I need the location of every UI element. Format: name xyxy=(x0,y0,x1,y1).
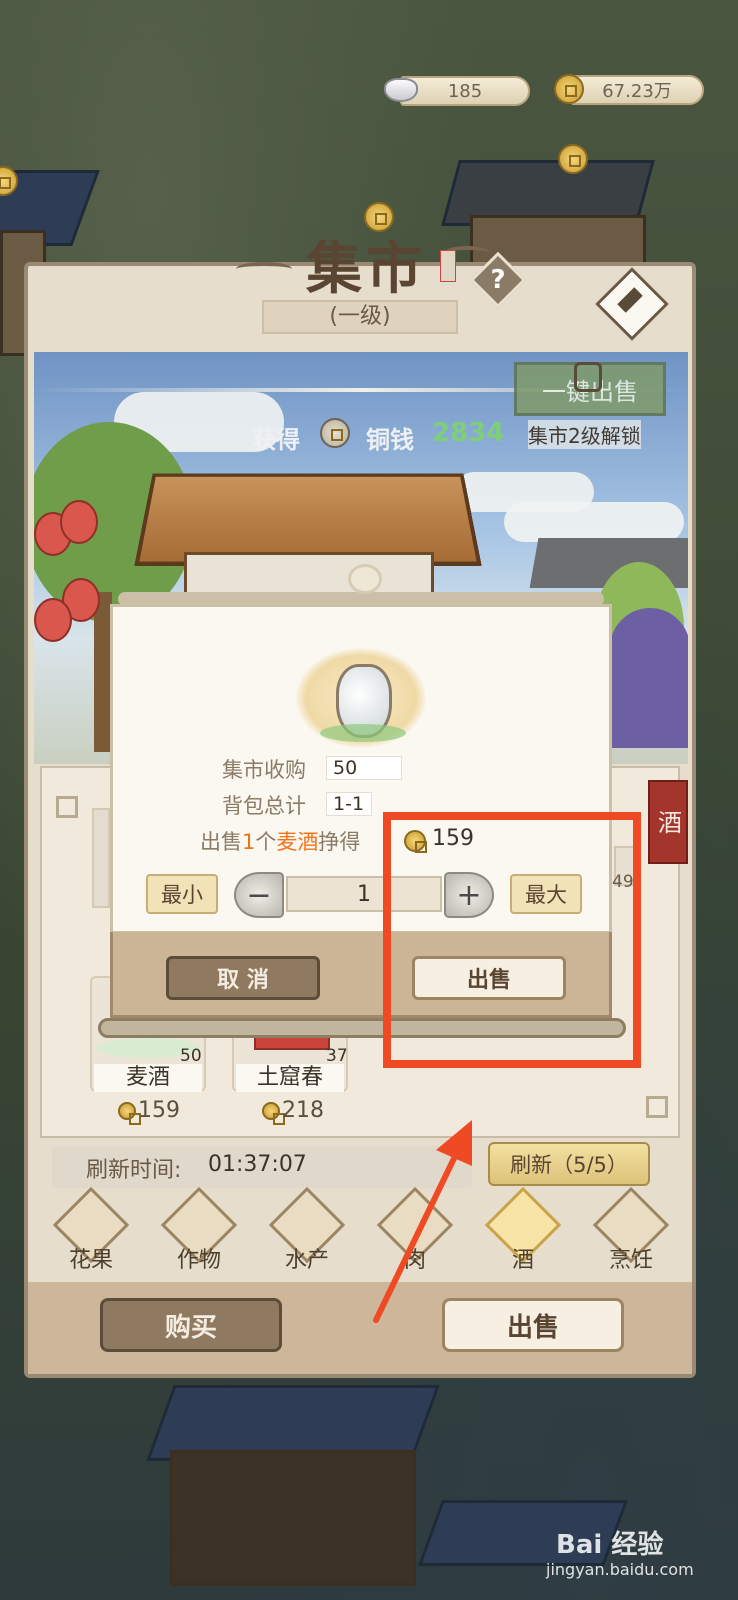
coin-label: 铜钱 xyxy=(366,426,414,454)
sell-prefix: 出售 xyxy=(200,830,242,854)
item-name: 麦酒 xyxy=(94,1064,202,1092)
item-icon xyxy=(254,1036,330,1050)
wine-category-tag: 酒 xyxy=(648,780,688,864)
market-level: (一级) xyxy=(262,300,458,334)
red-lantern xyxy=(60,500,98,544)
sell-earn: 挣得 xyxy=(318,830,361,854)
sell-item: 麦酒 xyxy=(276,830,319,854)
item-name: 土窟春 xyxy=(236,1064,344,1092)
partial-item-card[interactable] xyxy=(92,808,110,908)
bag-label: 背包总计 xyxy=(222,794,306,818)
silver-counter: 185 xyxy=(384,76,530,106)
watermark-brand: Bai 经验 xyxy=(556,1530,664,1560)
corner-ornament xyxy=(56,796,78,818)
refresh-time: 01:37:07 xyxy=(208,1152,307,1177)
tab-label: 花果 xyxy=(68,1248,113,1273)
annotation-arrow xyxy=(373,1120,472,1323)
tab-cooking[interactable]: 烹饪 xyxy=(592,1186,670,1274)
buy-button[interactable]: 购买 xyxy=(100,1298,282,1352)
unlock-hint: 集市2级解锁 xyxy=(528,420,641,449)
copper-coin-icon xyxy=(320,418,350,448)
jar-shadow xyxy=(320,724,406,742)
sell-unit: 个 xyxy=(255,830,277,854)
copper-coin-icon xyxy=(118,1102,141,1125)
merchant-character xyxy=(610,608,688,748)
title-ornament-left xyxy=(236,262,292,276)
dialog-knot-ornament xyxy=(348,564,382,594)
purchase-value: 50 xyxy=(326,756,402,780)
refresh-label: 刷新时间: xyxy=(86,1158,182,1183)
tab-crops[interactable]: 作物 xyxy=(160,1186,238,1274)
red-seal-stamp xyxy=(440,250,456,282)
tab-label: 酒 xyxy=(511,1248,534,1273)
earn-amount: 2834 xyxy=(432,418,505,448)
sell-summary: 出售1个麦酒挣得 xyxy=(200,826,360,856)
minus-icon: − xyxy=(246,877,272,913)
tab-seafood[interactable]: 水产 xyxy=(268,1186,346,1274)
copper-coin-icon xyxy=(554,74,584,104)
background-house xyxy=(170,1450,416,1586)
cloud xyxy=(504,502,684,542)
earn-label: 获得 xyxy=(252,426,300,454)
tab-label: 水产 xyxy=(284,1248,329,1273)
market-title: 集市 xyxy=(306,236,426,302)
item-count: 50 xyxy=(180,1046,202,1066)
silver-ingot-icon xyxy=(384,78,418,102)
lock-icon xyxy=(574,362,602,392)
silver-value: 185 xyxy=(400,76,530,106)
question-mark-icon: ? xyxy=(490,265,506,295)
purchase-label: 集市收购 xyxy=(222,758,306,782)
sell-qty: 1 xyxy=(242,830,256,854)
min-button[interactable]: 最小 xyxy=(146,874,218,914)
collect-coin-icon[interactable] xyxy=(558,144,588,174)
item-count: 37 xyxy=(326,1046,348,1066)
decrease-button[interactable]: − xyxy=(234,872,284,918)
copper-value: 67.23万 xyxy=(570,75,704,105)
refresh-button[interactable]: 刷新（5/5） xyxy=(488,1142,650,1186)
highlight-box xyxy=(383,812,641,1068)
bag-value: 1-1 xyxy=(326,792,372,816)
cancel-button[interactable]: 取 消 xyxy=(166,956,320,1000)
tab-label: 烹饪 xyxy=(608,1248,653,1273)
tab-label: 作物 xyxy=(176,1248,221,1273)
corner-ornament xyxy=(646,1096,668,1118)
tab-fruit[interactable]: 花果 xyxy=(52,1186,130,1274)
item-price: 159 xyxy=(138,1098,180,1123)
copper-counter: 67.23万 xyxy=(554,74,704,106)
copper-coin-icon xyxy=(262,1102,285,1125)
watermark-url: jingyan.baidu.com xyxy=(546,1560,694,1579)
item-price: 218 xyxy=(282,1098,324,1123)
tab-wine[interactable]: 酒 xyxy=(484,1186,562,1274)
red-lantern xyxy=(34,598,72,642)
